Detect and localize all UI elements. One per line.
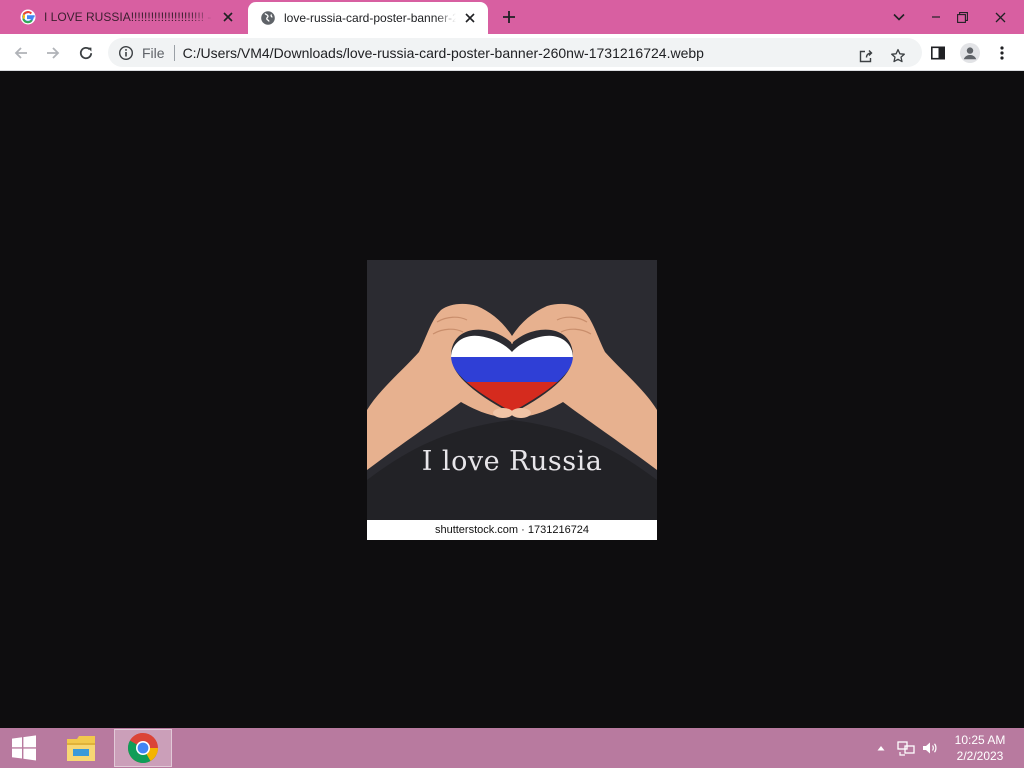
network-icon <box>897 741 915 756</box>
network-button[interactable] <box>896 728 916 768</box>
close-window-button[interactable] <box>983 0 1017 34</box>
address-bar[interactable]: File C:/Users/VM4/Downloads/love-russia-… <box>108 38 922 67</box>
show-hidden-icons-button[interactable] <box>874 728 888 768</box>
volume-icon <box>923 742 937 754</box>
side-panel-button[interactable] <box>925 40 951 66</box>
windows-icon <box>12 735 36 761</box>
close-tab-icon[interactable] <box>220 9 236 25</box>
url-text[interactable]: C:/Users/VM4/Downloads/love-russia-card-… <box>183 45 704 61</box>
file-explorer-icon <box>67 736 95 761</box>
profile-avatar[interactable] <box>957 40 983 66</box>
restore-button[interactable] <box>945 0 979 34</box>
google-icon <box>20 9 36 25</box>
back-button[interactable] <box>8 40 34 66</box>
chrome-taskbar-button[interactable] <box>114 729 172 767</box>
artwork-text: I love Russia <box>421 446 603 477</box>
taskbar: 10:25 AM 2/2/2023 <box>0 728 1024 768</box>
divider <box>173 44 175 61</box>
menu-icon[interactable] <box>989 40 1015 66</box>
start-button[interactable] <box>0 728 48 768</box>
browser-toolbar: File C:/Users/VM4/Downloads/love-russia-… <box>0 34 1024 71</box>
new-tab-button[interactable] <box>498 6 520 28</box>
tab-title: love-russia-card-poster-banner-2 <box>284 11 456 25</box>
clock-time: 10:25 AM <box>954 733 1006 747</box>
close-tab-icon[interactable] <box>462 10 478 26</box>
tab-title: I LOVE RUSSIA!!!!!!!!!!!!!!!!!!!!!! - G <box>44 10 214 24</box>
clock[interactable]: 10:25 AM 2/2/2023 <box>944 732 1016 764</box>
volume-button[interactable] <box>920 728 940 768</box>
clock-date: 2/2/2023 <box>956 749 1004 763</box>
file-explorer-button[interactable] <box>52 729 110 767</box>
heart-hands-artwork <box>367 260 657 520</box>
tab-google-search[interactable]: I LOVE RUSSIA!!!!!!!!!!!!!!!!!!!!!! - G <box>8 0 246 34</box>
show-hidden-icons-icon <box>877 746 885 751</box>
forward-button[interactable] <box>40 40 66 66</box>
info-icon[interactable] <box>118 45 134 61</box>
tab-image-file[interactable]: love-russia-card-poster-banner-2 <box>248 2 488 34</box>
reload-button[interactable] <box>73 40 99 66</box>
globe-icon <box>260 10 276 26</box>
bookmark-star-icon[interactable] <box>886 44 910 68</box>
share-icon[interactable] <box>854 44 878 68</box>
displayed-image[interactable]: I love Russia shutterstock.com · 1731216… <box>367 260 657 540</box>
tab-search-button[interactable] <box>882 0 916 34</box>
scheme-label: File <box>142 44 165 61</box>
image-caption: shutterstock.com · 1731216724 <box>367 520 657 540</box>
chrome-icon <box>127 733 158 764</box>
tab-strip: I LOVE RUSSIA!!!!!!!!!!!!!!!!!!!!!! - G … <box>0 0 1024 34</box>
